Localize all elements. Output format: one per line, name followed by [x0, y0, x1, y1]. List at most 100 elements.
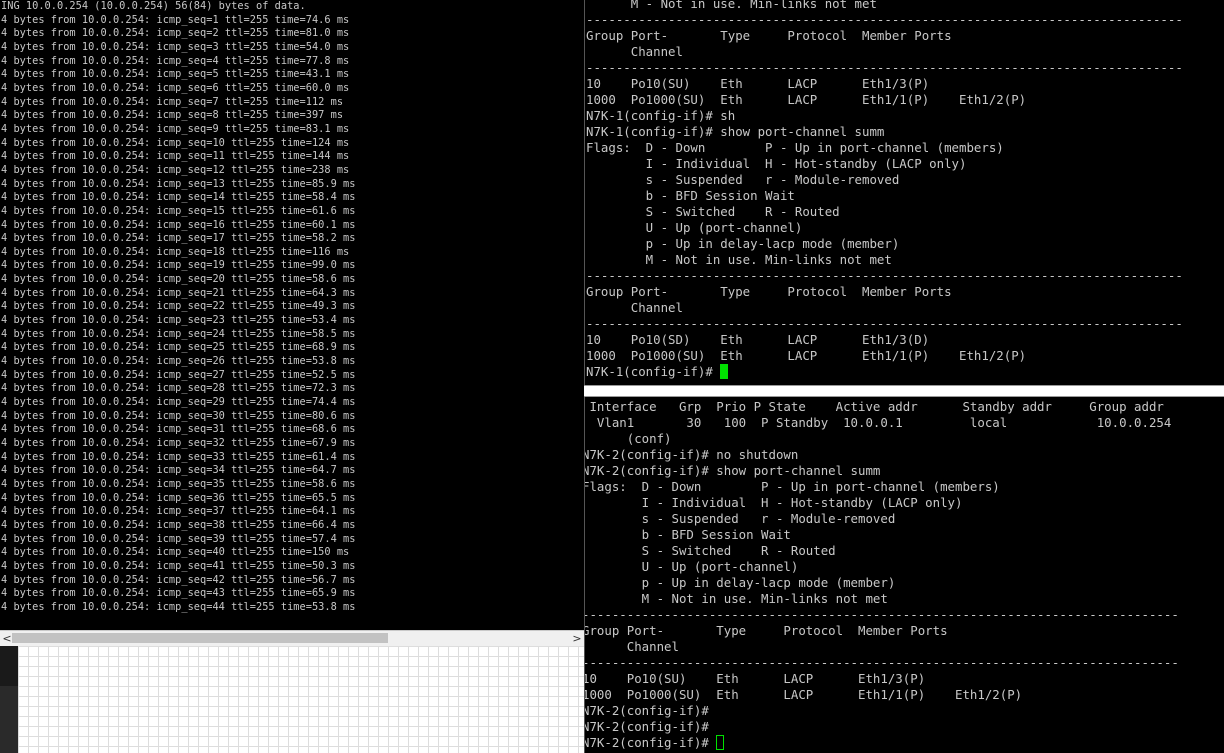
n7k1-line: ----------------------------------------… [586, 316, 1183, 331]
ping-line: 4 bytes from 10.0.0.254: icmp_seq=13 ttl… [1, 177, 356, 190]
ping-output: ING 10.0.0.254 (10.0.0.254) 56(84) bytes… [0, 0, 584, 615]
ping-line: 4 bytes from 10.0.0.254: icmp_seq=36 ttl… [1, 491, 356, 504]
ping-line: 4 bytes from 10.0.0.254: icmp_seq=27 ttl… [1, 368, 356, 381]
n7k1-line: 10 Po10(SD) Eth LACP Eth1/3(D) [586, 332, 930, 347]
n7k2-terminal-window[interactable]: Interface Grp Prio P State Active addr S… [584, 397, 1224, 753]
n7k1-line: N7K-1(config-if)# show port-channel summ [586, 124, 885, 139]
n7k1-line: 1000 Po1000(SU) Eth LACP Eth1/1(P) Eth1/… [586, 92, 1027, 107]
n7k2-line: I - Individual H - Hot-standby (LACP onl… [584, 495, 963, 510]
ping-line: 4 bytes from 10.0.0.254: icmp_seq=33 ttl… [1, 450, 356, 463]
n7k1-line: Channel [586, 300, 683, 315]
ping-line: 4 bytes from 10.0.0.254: icmp_seq=39 ttl… [1, 532, 356, 545]
ping-line: 4 bytes from 10.0.0.254: icmp_seq=44 ttl… [1, 600, 356, 613]
ping-line: 4 bytes from 10.0.0.254: icmp_seq=16 ttl… [1, 218, 356, 231]
n7k2-output: Interface Grp Prio P State Active addr S… [584, 399, 1179, 735]
ping-line: 4 bytes from 10.0.0.254: icmp_seq=7 ttl=… [1, 95, 344, 108]
ping-line: 4 bytes from 10.0.0.254: icmp_seq=29 ttl… [1, 396, 356, 409]
n7k2-line: Flags: D - Down P - Up in port-channel (… [584, 479, 1000, 494]
ping-line: 4 bytes from 10.0.0.254: icmp_seq=17 ttl… [1, 232, 356, 245]
ping-line: 4 bytes from 10.0.0.254: icmp_seq=42 ttl… [1, 573, 356, 586]
n7k2-line: b - BFD Session Wait [584, 527, 791, 542]
n7k1-line: ----------------------------------------… [586, 268, 1183, 283]
taskbar-fragment [0, 646, 18, 686]
n7k2-line: (conf) [584, 431, 672, 446]
ping-line: 4 bytes from 10.0.0.254: icmp_seq=11 ttl… [1, 150, 350, 163]
n7k1-line: p - Up in delay-lacp mode (member) [586, 236, 900, 251]
ping-line: 4 bytes from 10.0.0.254: icmp_seq=40 ttl… [1, 546, 350, 559]
ping-line: 4 bytes from 10.0.0.254: icmp_seq=10 ttl… [1, 136, 350, 149]
ping-line: 4 bytes from 10.0.0.254: icmp_seq=26 ttl… [1, 355, 356, 368]
n7k2-line: Channel [584, 639, 679, 654]
n7k1-line: M - Not in use. Min-links not met [586, 252, 892, 267]
n7k2-cursor [716, 735, 725, 750]
n7k1-prompt-line[interactable]: N7K-1(config-if)# [586, 364, 1183, 380]
ping-line: 4 bytes from 10.0.0.254: icmp_seq=15 ttl… [1, 204, 356, 217]
ping-line: 4 bytes from 10.0.0.254: icmp_seq=9 ttl=… [1, 122, 350, 135]
n7k1-line: 10 Po10(SU) Eth LACP Eth1/3(P) [586, 76, 930, 91]
scrollbar-thumb[interactable] [12, 633, 388, 643]
pane-splitter[interactable] [584, 385, 1224, 397]
n7k1-line: b - BFD Session Wait [586, 188, 795, 203]
ping-line: 4 bytes from 10.0.0.254: icmp_seq=38 ttl… [1, 518, 356, 531]
ping-line: 4 bytes from 10.0.0.254: icmp_seq=41 ttl… [1, 559, 356, 572]
n7k1-line: 1000 Po1000(SU) Eth LACP Eth1/1(P) Eth1/… [586, 348, 1027, 363]
ping-line: 4 bytes from 10.0.0.254: icmp_seq=18 ttl… [1, 245, 350, 258]
ping-line: 4 bytes from 10.0.0.254: icmp_seq=3 ttl=… [1, 40, 350, 53]
ping-line: ING 10.0.0.254 (10.0.0.254) 56(84) bytes… [1, 0, 306, 12]
n7k1-line: S - Switched R - Routed [586, 204, 840, 219]
n7k1-line: ----------------------------------------… [586, 12, 1183, 27]
n7k2-line: S - Switched R - Routed [584, 543, 836, 558]
ping-line: 4 bytes from 10.0.0.254: icmp_seq=6 ttl=… [1, 81, 350, 94]
horizontal-scrollbar[interactable]: < > [0, 630, 584, 646]
ping-line: 4 bytes from 10.0.0.254: icmp_seq=5 ttl=… [1, 68, 350, 81]
ping-line: 4 bytes from 10.0.0.254: icmp_seq=1 ttl=… [1, 13, 350, 26]
n7k1-line: N7K-1(config-if)# sh [586, 108, 736, 123]
n7k1-prompt: N7K-1(config-if)# [586, 364, 721, 379]
n7k2-line: s - Suspended r - Module-removed [584, 511, 896, 526]
ping-line: 4 bytes from 10.0.0.254: icmp_seq=24 ttl… [1, 327, 356, 340]
n7k1-line: U - Up (port-channel) [586, 220, 803, 235]
ping-line: 4 bytes from 10.0.0.254: icmp_seq=12 ttl… [1, 163, 350, 176]
ping-line: 4 bytes from 10.0.0.254: icmp_seq=20 ttl… [1, 273, 356, 286]
ping-line: 4 bytes from 10.0.0.254: icmp_seq=2 ttl=… [1, 27, 350, 40]
n7k2-line: N7K-2(config-if)# show port-channel summ [584, 463, 881, 478]
ping-line: 4 bytes from 10.0.0.254: icmp_seq=34 ttl… [1, 464, 356, 477]
n7k2-line: ----------------------------------------… [584, 607, 1179, 622]
ping-line: 4 bytes from 10.0.0.254: icmp_seq=43 ttl… [1, 587, 356, 600]
n7k2-line: 10 Po10(SU) Eth LACP Eth1/3(P) [584, 671, 926, 686]
n7k2-line: Interface Grp Prio P State Active addr S… [584, 399, 1164, 414]
ping-line: 4 bytes from 10.0.0.254: icmp_seq=8 ttl=… [1, 109, 344, 122]
n7k1-cursor [720, 364, 729, 379]
n7k1-line: Channel [586, 44, 683, 59]
ping-line: 4 bytes from 10.0.0.254: icmp_seq=19 ttl… [1, 259, 356, 272]
n7k2-line: p - Up in delay-lacp mode (member) [584, 575, 896, 590]
ping-line: 4 bytes from 10.0.0.254: icmp_seq=23 ttl… [1, 314, 356, 327]
n7k2-line: Vlan1 30 100 P Standby 10.0.0.1 local 10… [584, 415, 1172, 430]
n7k2-prompt: N7K-2(config-if)# [584, 735, 717, 750]
n7k1-line: I - Individual H - Hot-standby (LACP onl… [586, 156, 967, 171]
n7k2-line: N7K-2(config-if)# [584, 719, 709, 734]
n7k1-line: M - Not in use. Min-links not met [586, 0, 877, 11]
blank-grid-canvas [18, 646, 584, 753]
ping-line: 4 bytes from 10.0.0.254: icmp_seq=30 ttl… [1, 409, 356, 422]
ping-line: 4 bytes from 10.0.0.254: icmp_seq=32 ttl… [1, 437, 356, 449]
n7k1-terminal-window[interactable]: M - Not in use. Min-links not met -------… [584, 0, 1224, 385]
n7k1-line: Group Port- Type Protocol Member Ports [586, 284, 952, 299]
scroll-right-arrow-icon[interactable]: > [570, 631, 584, 646]
n7k2-line: 1000 Po1000(SU) Eth LACP Eth1/1(P) Eth1/… [584, 687, 1023, 702]
n7k1-line: Flags: D - Down P - Up in port-channel (… [586, 140, 1004, 155]
ping-line: 4 bytes from 10.0.0.254: icmp_seq=14 ttl… [1, 191, 356, 204]
n7k2-line: M - Not in use. Min-links not met [584, 591, 888, 606]
n7k1-output: M - Not in use. Min-links not met -------… [586, 0, 1183, 364]
n7k2-line: ----------------------------------------… [584, 655, 1179, 670]
ping-terminal-window[interactable]: ING 10.0.0.254 (10.0.0.254) 56(84) bytes… [0, 0, 584, 630]
n7k2-prompt-line[interactable]: N7K-2(config-if)# [584, 735, 1179, 751]
n7k2-line: Group Port- Type Protocol Member Ports [584, 623, 948, 638]
n7k2-line: N7K-2(config-if)# [584, 703, 709, 718]
ping-line: 4 bytes from 10.0.0.254: icmp_seq=35 ttl… [1, 477, 356, 490]
n7k2-line: N7K-2(config-if)# no shutdown [584, 447, 799, 462]
ping-line: 4 bytes from 10.0.0.254: icmp_seq=31 ttl… [1, 423, 356, 436]
ping-line: 4 bytes from 10.0.0.254: icmp_seq=25 ttl… [1, 341, 356, 354]
ping-line: 4 bytes from 10.0.0.254: icmp_seq=21 ttl… [1, 286, 356, 299]
n7k1-line: Group Port- Type Protocol Member Ports [586, 28, 952, 43]
